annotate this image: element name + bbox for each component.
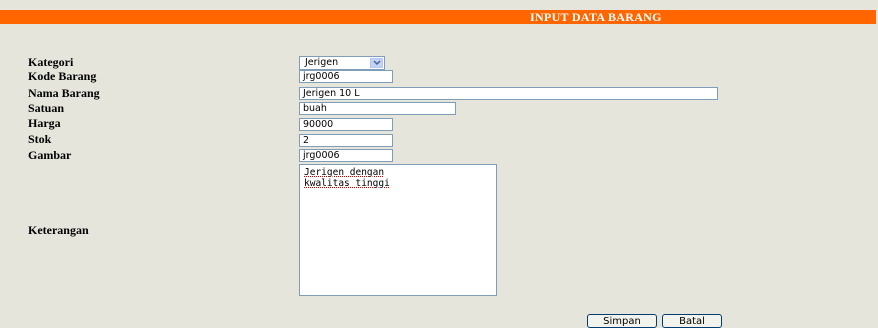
- gambar-input[interactable]: jrg0006: [299, 149, 393, 162]
- harga-input[interactable]: 90000: [299, 118, 393, 131]
- chevron-down-icon[interactable]: [370, 58, 383, 68]
- batal-button[interactable]: Batal: [662, 314, 722, 328]
- nama-barang-label: Nama Barang: [28, 86, 100, 100]
- page-title: INPUT DATA BARANG: [530, 10, 662, 24]
- gambar-label: Gambar: [28, 148, 72, 162]
- kode-barang-input[interactable]: jrg0006: [299, 70, 393, 83]
- nama-barang-input[interactable]: Jerigen 10 L: [299, 87, 718, 100]
- kategori-select[interactable]: Jerigen: [299, 56, 385, 70]
- kode-barang-label: Kode Barang: [28, 69, 97, 83]
- satuan-input[interactable]: buah: [299, 102, 456, 115]
- harga-label: Harga: [28, 116, 61, 130]
- keterangan-label: Keterangan: [28, 223, 89, 237]
- stok-input[interactable]: 2: [299, 134, 393, 147]
- stok-label: Stok: [28, 132, 52, 146]
- satuan-label: Satuan: [28, 101, 65, 115]
- page-header-bar: INPUT DATA BARANG: [0, 10, 876, 24]
- simpan-button[interactable]: Simpan: [587, 314, 657, 328]
- keterangan-textarea[interactable]: Jerigen dengan kwalitas tinggi: [299, 164, 497, 296]
- kategori-selected-value: Jerigen: [305, 57, 339, 68]
